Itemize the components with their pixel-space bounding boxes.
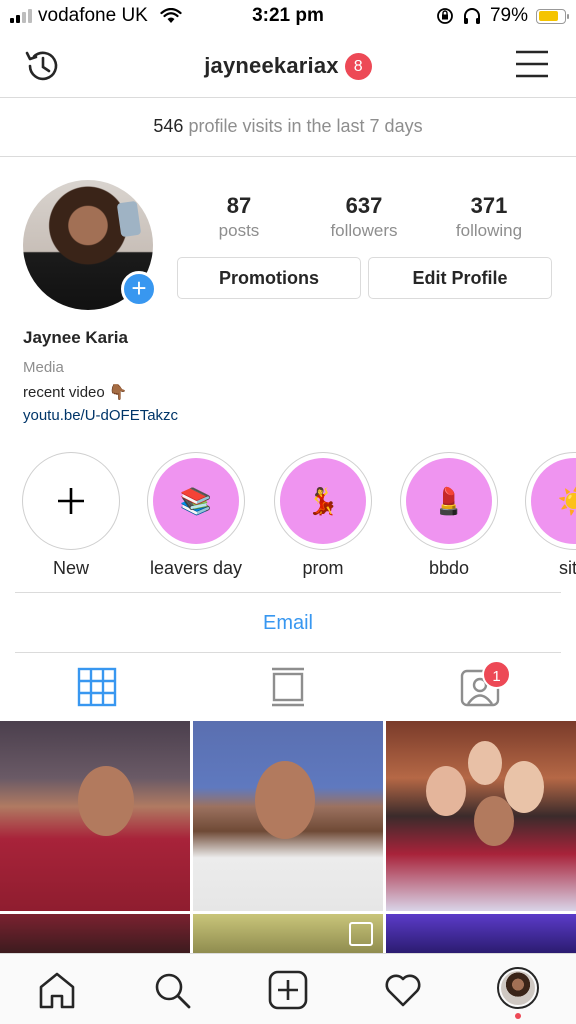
followers-count: 637 <box>345 193 383 218</box>
battery-icon <box>536 8 569 24</box>
home-icon[interactable] <box>37 970 77 1010</box>
battery-percent: 79% <box>489 5 528 26</box>
edit-profile-button[interactable]: Edit Profile <box>368 257 552 299</box>
activity-heart-icon[interactable] <box>383 970 423 1010</box>
bottom-nav <box>0 953 576 1024</box>
highlight-label: leavers day <box>149 558 243 578</box>
followers-label: followers <box>330 221 398 240</box>
profile-category: Media <box>23 359 64 376</box>
photo-grid <box>0 721 576 953</box>
profile-avatar-tab[interactable] <box>497 967 539 1009</box>
highlight-label: bbdo <box>428 558 470 578</box>
photo-tile[interactable] <box>386 914 576 953</box>
photo-tile[interactable] <box>193 914 383 953</box>
grid-icon[interactable] <box>77 667 117 707</box>
username: jayneekariax <box>204 53 339 79</box>
highlight-bbdo[interactable]: 💄 bbdo <box>399 452 499 579</box>
headphones-icon <box>463 8 480 24</box>
photo-tile[interactable] <box>386 721 576 911</box>
following-stat[interactable]: 371 following <box>429 193 549 241</box>
highlight-sit[interactable]: ☀️ sit <box>525 452 576 579</box>
search-icon[interactable] <box>152 970 192 1010</box>
posts-label: posts <box>218 221 260 240</box>
plus-icon <box>22 452 120 550</box>
visits-count: 546 <box>153 116 184 136</box>
following-label: following <box>455 221 523 240</box>
sun-icon: ☀️ <box>531 458 576 544</box>
highlight-label: New <box>52 558 89 578</box>
highlight-label: sit <box>559 558 576 578</box>
tagged-badge: 1 <box>482 660 511 689</box>
followers-stat[interactable]: 637 followers <box>304 193 424 241</box>
following-count: 371 <box>470 193 508 218</box>
hamburger-menu-icon[interactable] <box>514 48 550 80</box>
email-button[interactable]: Email <box>15 592 561 653</box>
promotions-button[interactable]: Promotions <box>177 257 361 299</box>
highlight-leavers-day[interactable]: 📚 leavers day <box>146 452 246 579</box>
rotation-lock-icon <box>437 8 453 24</box>
profile-bio: recent video 👇🏾 <box>23 384 128 401</box>
photo-tile[interactable] <box>193 721 383 911</box>
profile-name: Jaynee Karia <box>23 328 128 347</box>
notification-badge: 8 <box>344 52 372 80</box>
username-title[interactable]: jayneekariax 8 <box>0 52 576 80</box>
photo-tile[interactable] <box>0 914 190 953</box>
posts-stat[interactable]: 87 posts <box>179 193 299 241</box>
profile-header: jayneekariax 8 <box>0 34 576 98</box>
highlight-new[interactable]: New <box>21 452 121 579</box>
add-post-icon[interactable] <box>268 970 308 1010</box>
visits-text: profile visits in the last 7 days <box>188 116 423 136</box>
add-story-button[interactable]: + <box>121 271 157 307</box>
posts-count: 87 <box>226 193 252 218</box>
highlight-label: prom <box>302 558 344 578</box>
profile-visits-banner[interactable]: 546 profile visits in the last 7 days <box>0 99 576 157</box>
status-bar: vodafone UK 3:21 pm 79% <box>0 0 576 34</box>
dancer-icon: 💃 <box>280 458 366 544</box>
books-icon: 📚 <box>153 458 239 544</box>
profile-link[interactable]: youtu.be/U-dOFETakzc <box>23 407 178 424</box>
active-indicator-dot <box>515 1013 521 1019</box>
feed-list-icon[interactable] <box>268 667 308 707</box>
lipstick-icon: 💄 <box>406 458 492 544</box>
multi-photo-icon <box>349 922 373 946</box>
highlight-prom[interactable]: 💃 prom <box>273 452 373 579</box>
photo-tile[interactable] <box>0 721 190 911</box>
